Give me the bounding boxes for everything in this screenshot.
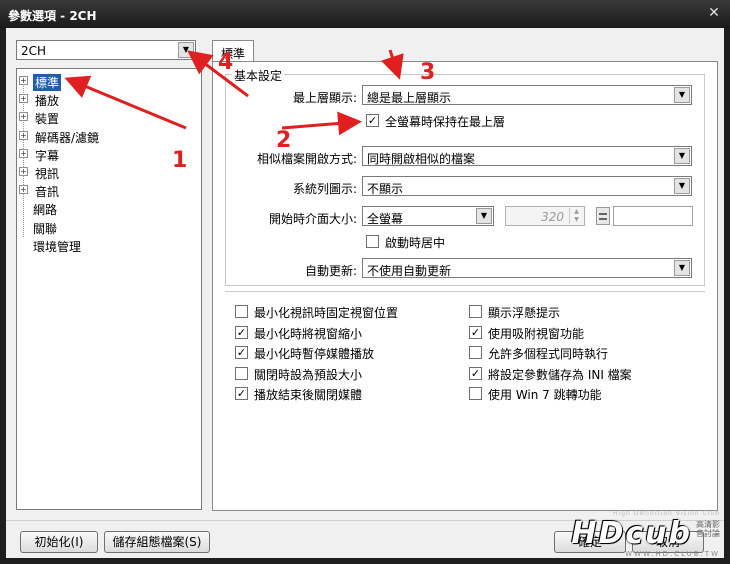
tree-item-label: 字幕 [35,148,60,163]
option-checkbox[interactable]: ✓ [469,366,482,380]
option-checkbox[interactable] [235,366,248,380]
option-checkbox[interactable]: ✓ [235,325,248,339]
start-width-value: 320 [541,210,564,224]
divider [225,291,705,292]
chevron-down-icon[interactable]: ▼ [178,42,194,58]
option-label: 關閉時設為預設大小 [254,367,363,382]
tree-item-label: 音訊 [35,185,60,200]
topmost-select[interactable]: 總是最上層顯示 ▼ [362,85,692,105]
systray-label: 系統列圖示: [292,182,357,196]
option-label: 使用 Win 7 跳轉功能 [488,388,602,402]
option-label: 將設定參數儲存為 INI 檔案 [488,367,632,382]
expand-icon[interactable]: + [19,94,28,104]
tree-item-label: 關聯 [33,221,58,236]
group-title: 基本設定 [232,67,285,84]
start-size-label: 開始時介面大小: [268,212,357,226]
title-bar[interactable]: 參數選項 - 2CH ✕ [0,0,730,28]
systray-value: 不顯示 [367,182,404,196]
option-checkbox[interactable] [469,387,482,400]
option-label: 使用吸附視窗功能 [488,326,585,341]
option-checkbox[interactable]: ✓ [235,387,248,400]
watermark-side-text: 高清影音討論 [696,520,720,538]
option-label: 顯示浮懸提示 [488,306,561,320]
topmost-label: 最上層顯示: [292,91,357,105]
tree-item-label: 網路 [33,203,58,218]
tree-item-label: 解碼器/濾鏡 [35,130,100,145]
tree-item-label: 視訊 [35,167,60,181]
chevron-down-icon[interactable]: ▼ [476,208,492,224]
chevron-down-icon[interactable]: ▼ [674,178,690,194]
fullscreen-topmost-label: 全螢幕時保持在最上層 [385,115,506,129]
expand-icon[interactable]: + [19,76,28,85]
tree-item-label: 裝置 [35,112,60,127]
dialog-client: 2CH ▼ + 標準 + 播放 + 裝置 + 解碼器/濾鏡 + 字幕 + 視訊 + 音訊 網路 關聯 環境管理 … [6,28,724,558]
auto-update-label: 自動更新: [304,264,357,278]
tree-item-label: 標準 [33,74,62,91]
systray-select[interactable]: 不顯示 ▼ [362,176,692,196]
similar-files-label: 相似檔案開啟方式: [256,152,357,166]
annotation-number-4: 4 [218,50,234,75]
option-label: 最小化時暫停媒體播放 [254,347,375,361]
start-width-stepper[interactable]: 320 ▲ ▼ [505,206,585,226]
start-center-checkbox[interactable] [366,235,379,248]
option-checkbox[interactable] [469,346,482,359]
option-checkbox[interactable] [235,305,248,318]
annotation-number-2: 2 [276,128,292,153]
start-center-label: 啟動時居中 [385,236,446,250]
start-height-input[interactable] [613,206,693,226]
settings-tree[interactable]: + 標準 + 播放 + 裝置 + 解碼器/濾鏡 + 字幕 + 視訊 + 音訊網路關聯環境管理 [16,68,202,510]
expand-icon[interactable]: + [19,130,28,140]
aspect-link-icon[interactable] [596,207,610,225]
window-title: 參數選項 - 2CH [8,9,97,23]
option-label: 最小化時將視窗縮小 [254,326,363,341]
init-button[interactable]: 初始化(I) [20,531,98,553]
chevron-down-icon[interactable]: ▼ [674,260,690,276]
start-size-value: 全螢幕 [367,212,404,226]
chevron-down-icon[interactable]: ▼ [674,148,690,164]
start-size-select[interactable]: 全螢幕 ▼ [362,206,494,226]
watermark-url: WWW.HD.CLUB.TW [625,550,720,558]
expand-icon[interactable]: + [19,185,28,195]
expand-icon[interactable]: + [19,148,28,158]
option-checkbox[interactable]: ✓ [469,325,482,339]
expand-icon[interactable]: + [19,167,28,176]
save-profile-button[interactable]: 儲存組態檔案(S) [104,531,210,553]
annotation-number-1: 1 [172,148,188,173]
watermark: High Definition Vision Club HDcub 高清影音討論… [554,510,724,560]
similar-files-value: 同時開啟相似的檔案 [367,152,476,166]
annotation-number-3: 3 [420,60,436,85]
topmost-select-value: 總是最上層顯示 [367,91,452,105]
option-checkbox[interactable]: ✓ [235,346,248,359]
tree-item-label: 環境管理 [33,239,82,254]
fullscreen-topmost-checkbox[interactable]: ✓ [366,114,379,127]
stepper-arrows-icon[interactable]: ▲ ▼ [569,208,583,224]
option-label: 允許多個程式同時執行 [488,347,609,361]
auto-update-value: 不使用自動更新 [367,264,452,278]
option-label: 最小化視訊時固定視窗位置 [254,306,399,320]
option-label: 播放結束後關閉媒體 [254,388,363,402]
preferences-window: 參數選項 - 2CH ✕ 2CH ▼ + 標準 + 播放 + 裝置 + 解碼器/濾鏡 + 字幕 + 視… [0,0,730,564]
close-icon[interactable]: ✕ [706,5,722,21]
watermark-logo: HDcub [571,516,692,551]
profile-select-value: 2CH [21,44,47,58]
tree-item-label: 播放 [35,94,60,109]
expand-icon[interactable]: + [19,112,28,122]
similar-files-select[interactable]: 同時開啟相似的檔案 ▼ [362,146,692,166]
profile-select[interactable]: 2CH ▼ [16,40,196,60]
chevron-down-icon[interactable]: ▼ [674,87,690,103]
option-checkbox[interactable] [469,305,482,318]
auto-update-select[interactable]: 不使用自動更新 ▼ [362,258,692,278]
